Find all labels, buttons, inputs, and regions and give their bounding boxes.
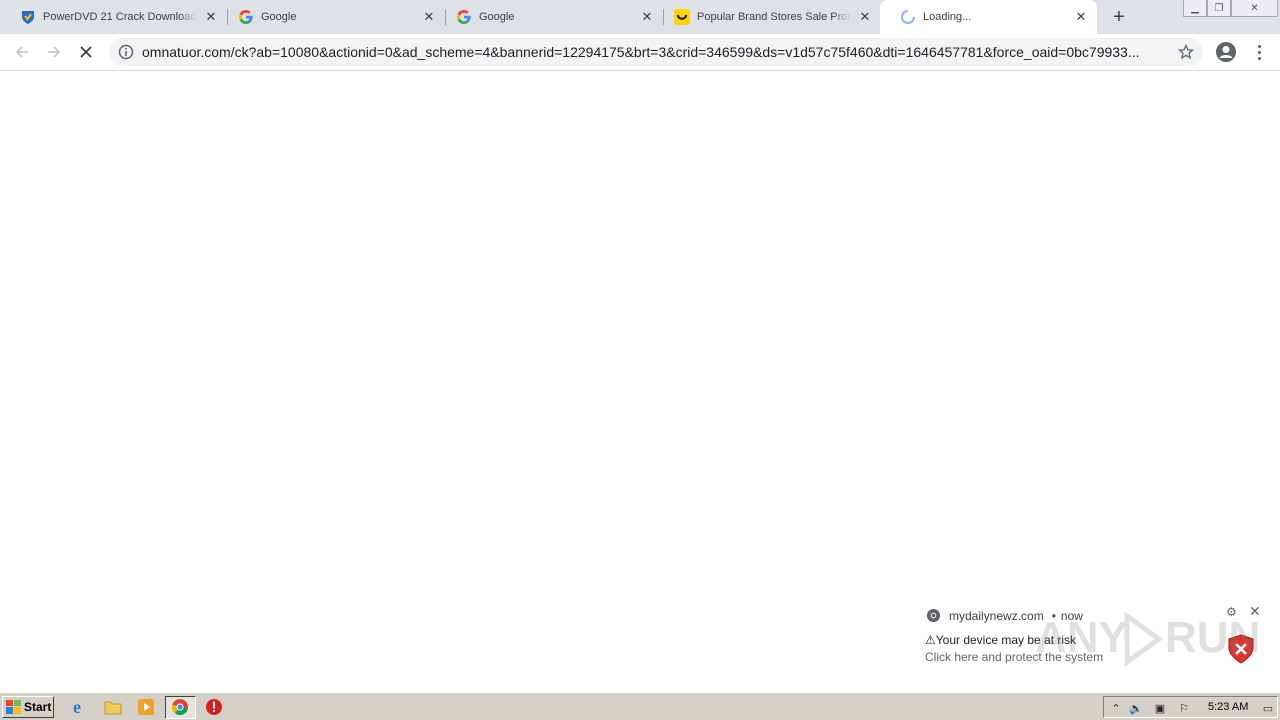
clock[interactable]: 5:23 AM <box>1208 701 1248 713</box>
restore-button[interactable]: ❐ <box>1207 0 1231 17</box>
loading-spinner-icon <box>900 9 916 25</box>
chrome-icon[interactable] <box>170 697 190 717</box>
forward-button[interactable] <box>42 40 66 64</box>
close-icon[interactable]: ✕ <box>1073 9 1089 25</box>
chrome-icon <box>926 608 941 623</box>
google-icon <box>238 9 254 25</box>
tab-title: Loading... <box>923 11 1067 23</box>
tab-powerdvd[interactable]: PowerDVD 21 Crack Download Here ✕ <box>0 0 227 34</box>
volume-icon[interactable]: 🔈 <box>1128 700 1144 716</box>
google-icon <box>456 9 472 25</box>
tray-expand-icon[interactable]: ⌃ <box>1108 700 1124 716</box>
info-icon[interactable] <box>117 43 135 61</box>
close-window-button[interactable]: ✕ <box>1231 0 1278 17</box>
push-notification[interactable]: mydailynewz.com • now ⚙ ✕ ⚠Your device m… <box>910 598 1270 676</box>
close-icon[interactable]: ✕ <box>1249 603 1261 620</box>
tab-google-1[interactable]: Google ✕ <box>218 0 445 34</box>
screen: PowerDVD 21 Crack Download Here ✕ Google… <box>0 0 1280 720</box>
close-icon[interactable]: ✕ <box>857 9 873 25</box>
svg-text:e: e <box>73 698 81 716</box>
stop-icon <box>80 46 92 58</box>
tab-google-2[interactable]: Google ✕ <box>436 0 663 34</box>
tab-brand-stores[interactable]: Popular Brand Stores Sale Promotion ✕ <box>654 0 881 34</box>
notification-time: now <box>1060 608 1083 623</box>
network-icon[interactable]: ▣ <box>1152 700 1168 716</box>
menu-kebab-icon[interactable] <box>1252 41 1266 63</box>
shield-badge-icon <box>20 9 36 25</box>
profile-avatar-icon[interactable] <box>1215 41 1237 63</box>
taskbar: Start e ⌃ 🔈 ▣ ⚐ ▭ 5:23 AM <box>0 692 1280 720</box>
back-button[interactable] <box>10 40 34 64</box>
red-shield-icon <box>1228 634 1254 664</box>
notification-separator: • <box>1051 608 1056 623</box>
window-controls: ▁ ❐ ✕ <box>1183 0 1278 18</box>
minimize-button[interactable]: ▁ <box>1183 0 1207 17</box>
internet-explorer-icon[interactable]: e <box>70 697 90 717</box>
settings-gear-icon[interactable]: ⚙ <box>1226 605 1237 619</box>
opera-alert-icon[interactable] <box>204 697 224 717</box>
tab-title: PowerDVD 21 Crack Download Here <box>43 11 197 23</box>
address-bar[interactable]: omnatuor.com/ck?ab=10080&actionid=0&ad_s… <box>109 38 1203 66</box>
start-label: Start <box>24 700 52 714</box>
tab-loading[interactable]: Loading... ✕ <box>880 0 1097 34</box>
notification-title: ⚠Your device may be at risk <box>925 633 1077 647</box>
close-icon[interactable]: ✕ <box>639 9 655 25</box>
close-icon[interactable]: ✕ <box>421 9 437 25</box>
media-player-icon[interactable] <box>136 697 156 717</box>
back-arrow-icon <box>15 46 28 58</box>
notification-body: Click here and protect the system <box>925 650 1104 664</box>
new-tab-button[interactable]: + <box>1108 6 1130 28</box>
smiley-icon <box>674 9 690 25</box>
tab-title: Popular Brand Stores Sale Promotion <box>697 11 851 23</box>
tab-title: Google <box>479 11 633 23</box>
explorer-folder-icon[interactable] <box>103 697 123 717</box>
start-button[interactable]: Start <box>2 696 54 718</box>
show-desktop-icon[interactable]: ▭ <box>1260 700 1276 716</box>
notification-header: mydailynewz.com • now <box>926 608 1083 623</box>
stop-loading-button[interactable] <box>74 40 98 64</box>
windows-logo-icon <box>6 700 21 714</box>
forward-arrow-icon <box>48 46 61 58</box>
tab-strip: PowerDVD 21 Crack Download Here ✕ Google… <box>0 0 1280 34</box>
system-tray: ⌃ 🔈 ▣ ⚐ ▭ <box>1103 696 1278 718</box>
action-center-flag-icon[interactable]: ⚐ <box>1176 700 1192 716</box>
close-icon[interactable]: ✕ <box>203 9 219 25</box>
tab-title: Google <box>261 11 415 23</box>
bookmark-star-icon[interactable] <box>1177 43 1195 61</box>
browser-toolbar: omnatuor.com/ck?ab=10080&actionid=0&ad_s… <box>0 34 1280 71</box>
notification-site: mydailynewz.com <box>949 608 1044 623</box>
url-text[interactable]: omnatuor.com/ck?ab=10080&actionid=0&ad_s… <box>142 44 1164 60</box>
